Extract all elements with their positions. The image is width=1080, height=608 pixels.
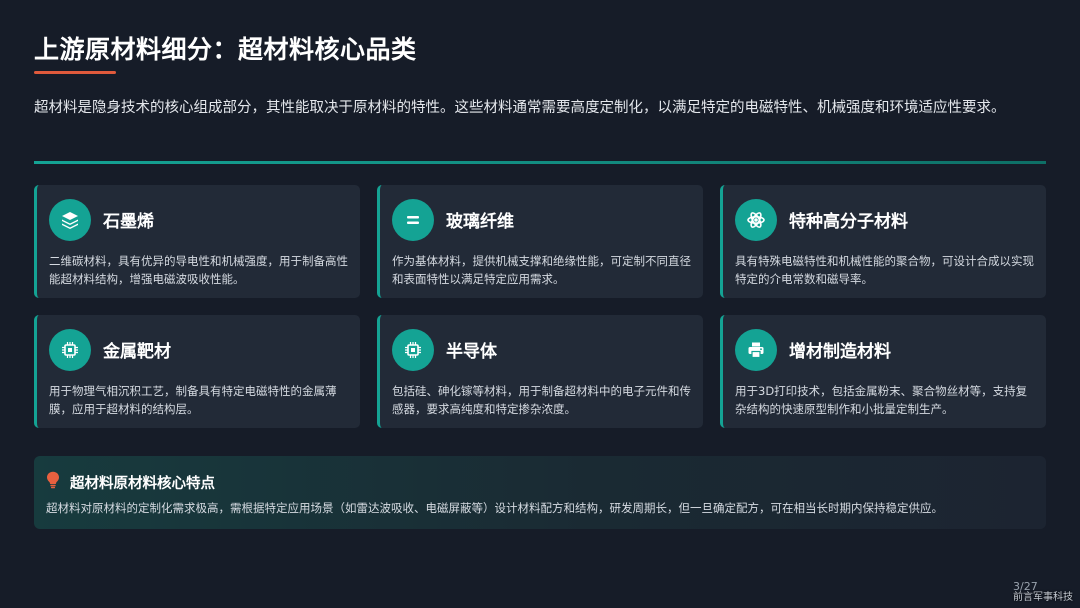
card-title: 半导体 xyxy=(446,342,497,362)
card-description: 二维碳材料，具有优异的导电性和机械强度，用于制备高性能超材料结构，增强电磁波吸收… xyxy=(49,254,348,286)
printer-icon xyxy=(735,329,777,371)
highlight-description: 超材料对原材料的定制化需求极高，需根据特定应用场景（如雷达波吸收、电磁屏蔽等）设… xyxy=(46,501,943,515)
atom-icon xyxy=(735,199,777,241)
equals-icon xyxy=(392,199,434,241)
card-semiconductor: 半导体 包括硅、砷化镓等材料，用于制备超材料中的电子元件和传感器，要求高纯度和特… xyxy=(377,315,703,428)
card-description: 包括硅、砷化镓等材料，用于制备超材料中的电子元件和传感器，要求高纯度和特定掺杂浓… xyxy=(392,384,691,416)
watermark: 前言军事科技 xyxy=(1013,592,1073,603)
title-underline xyxy=(34,71,116,74)
card-description: 具有特殊电磁特性和机械性能的聚合物，可设计合成以实现特定的介电常数和磁导率。 xyxy=(735,254,1034,286)
layers-icon xyxy=(49,199,91,241)
highlight-title: 超材料原材料核心特点 xyxy=(70,476,215,492)
card-description: 用于物理气相沉积工艺，制备具有特定电磁特性的金属薄膜，应用于超材料的结构层。 xyxy=(49,384,337,416)
card-description: 作为基体材料，提供机械支撑和绝缘性能，可定制不同直径和表面特性以满足特定应用需求… xyxy=(392,254,691,286)
lightbulb-icon xyxy=(46,471,60,489)
core-features-box: 超材料原材料核心特点 超材料对原材料的定制化需求极高，需根据特定应用场景（如雷达… xyxy=(34,456,1046,529)
card-title: 金属靶材 xyxy=(103,342,171,362)
card-title: 增材制造材料 xyxy=(789,342,891,362)
card-glass-fiber: 玻璃纤维 作为基体材料，提供机械支撑和绝缘性能，可定制不同直径和表面特性以满足特… xyxy=(377,185,703,298)
card-graphene: 石墨烯 二维碳材料，具有优异的导电性和机械强度，用于制备高性能超材料结构，增强电… xyxy=(34,185,360,298)
card-metal-target: 金属靶材 用于物理气相沉积工艺，制备具有特定电磁特性的金属薄膜，应用于超材料的结… xyxy=(34,315,360,428)
section-divider xyxy=(34,161,1046,164)
card-additive-manufacturing: 增材制造材料 用于3D打印技术，包括金属粉末、聚合物丝材等，支持复杂结构的快速原… xyxy=(720,315,1046,428)
card-description: 用于3D打印技术，包括金属粉末、聚合物丝材等，支持复杂结构的快速原型制作和小批量… xyxy=(735,384,1028,416)
chip-icon xyxy=(49,329,91,371)
chip-icon xyxy=(392,329,434,371)
page-title: 上游原材料细分：超材料核心品类 xyxy=(34,35,417,64)
card-title: 石墨烯 xyxy=(103,212,154,232)
card-title: 特种高分子材料 xyxy=(789,212,908,232)
card-title: 玻璃纤维 xyxy=(446,212,514,232)
card-special-polymer: 特种高分子材料 具有特殊电磁特性和机械性能的聚合物，可设计合成以实现特定的介电常… xyxy=(720,185,1046,298)
intro-paragraph: 超材料是隐身技术的核心组成部分，其性能取决于原材料的特性。这些材料通常需要高度定… xyxy=(34,100,1006,116)
